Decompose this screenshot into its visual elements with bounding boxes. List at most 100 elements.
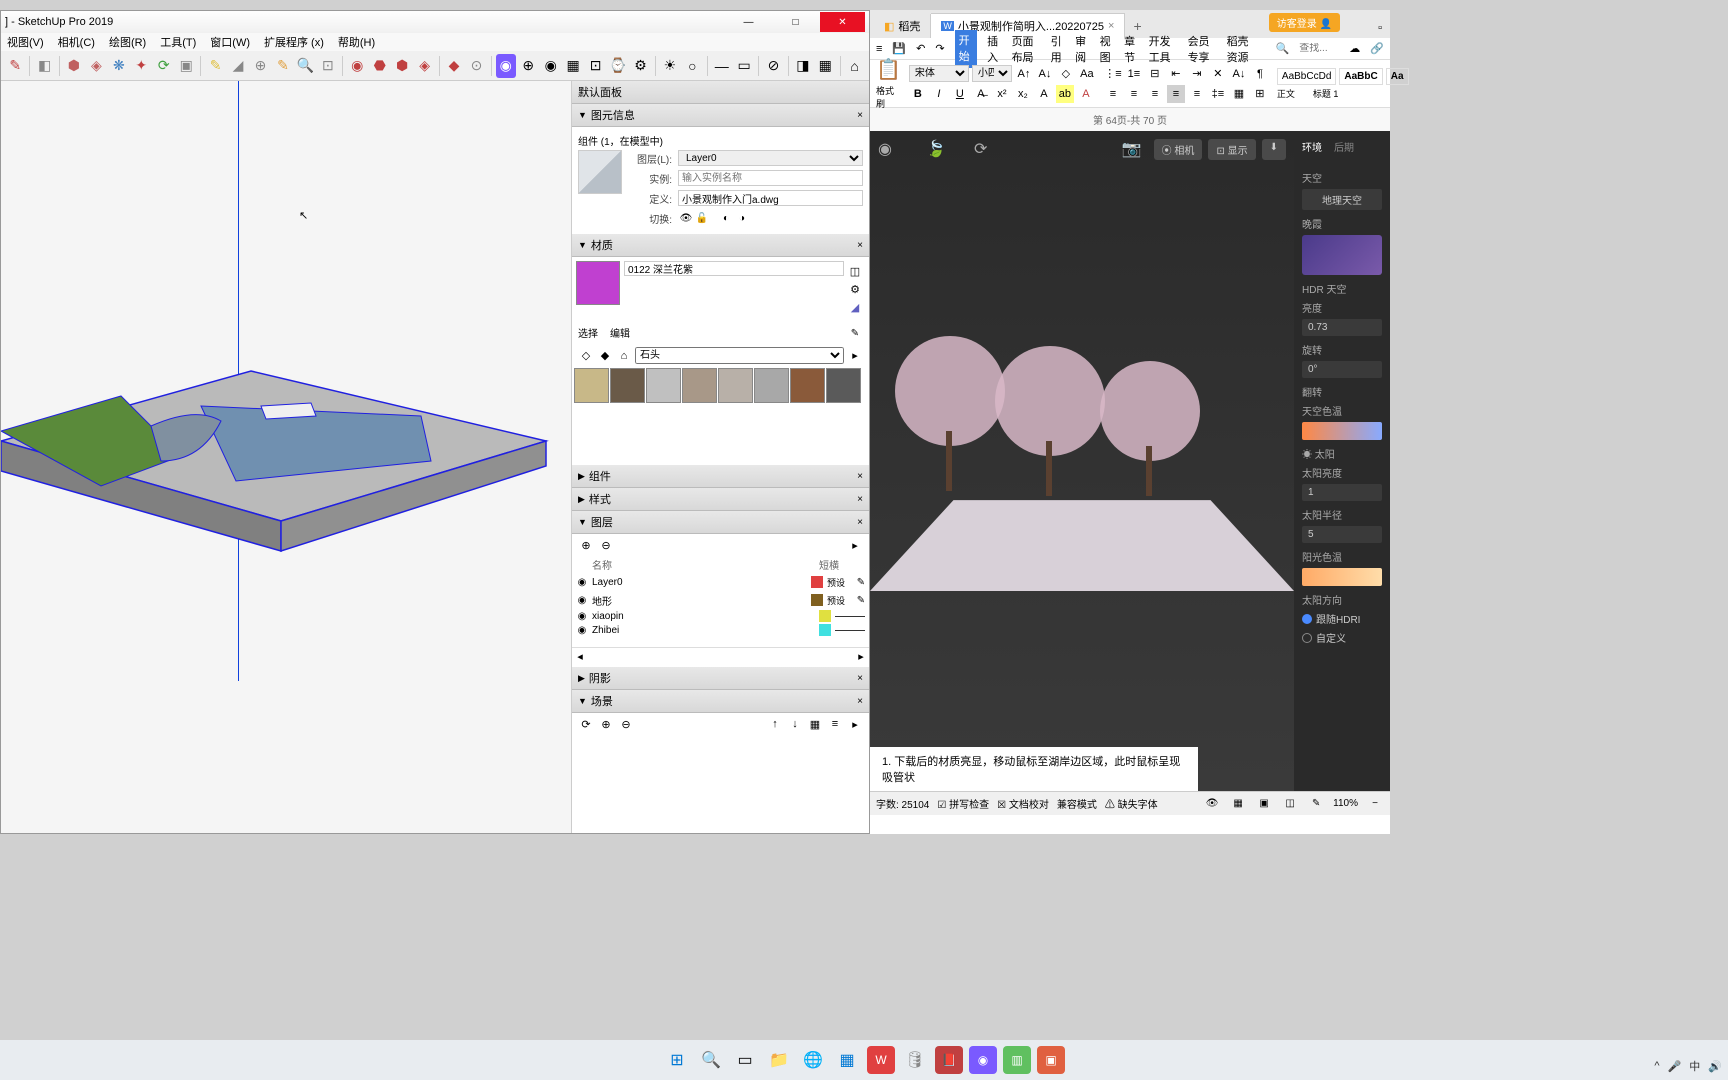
app-icon[interactable]: 🛢 bbox=[901, 1046, 929, 1074]
tool-icon[interactable]: ⊘ bbox=[763, 54, 783, 78]
refresh-icon[interactable]: ⟳ bbox=[974, 139, 994, 159]
number-list-icon[interactable]: 1≡ bbox=[1125, 65, 1143, 83]
shadows-cast-icon[interactable]: ◐ bbox=[718, 210, 734, 226]
style-heading2[interactable]: Aa bbox=[1386, 68, 1409, 85]
minimize-button[interactable]: — bbox=[726, 12, 771, 32]
outline-view-icon[interactable]: ◫ bbox=[1281, 795, 1299, 813]
material-tile[interactable] bbox=[682, 368, 717, 403]
tool-icon[interactable]: ◈ bbox=[414, 54, 434, 78]
layer-row[interactable]: ◉ 地形 预设 ✎ bbox=[572, 591, 869, 609]
align-right-icon[interactable]: ≡ bbox=[1146, 85, 1164, 103]
tab-settings-icon[interactable]: ✕ bbox=[1209, 65, 1227, 83]
menu-icon[interactable]: ▸ bbox=[847, 348, 863, 364]
increase-font-icon[interactable]: A↑ bbox=[1015, 65, 1033, 83]
add-scene-icon[interactable]: ⊕ bbox=[598, 716, 614, 732]
start-button[interactable]: ⊞ bbox=[663, 1046, 691, 1074]
material-name-input[interactable] bbox=[624, 261, 844, 276]
custom-radio[interactable]: 自定义 bbox=[1302, 630, 1382, 645]
layers-header[interactable]: ▼ 图层 × bbox=[572, 511, 869, 534]
back-icon[interactable]: ◇ bbox=[578, 348, 594, 364]
material-tile[interactable] bbox=[718, 368, 753, 403]
scene-view-icon[interactable]: ▦ bbox=[807, 716, 823, 732]
brightness-input[interactable]: 0.73 bbox=[1302, 319, 1382, 336]
eyedropper-icon[interactable]: ✎ bbox=[847, 325, 863, 341]
wps-tab-docer[interactable]: ◧ 稻壳 bbox=[874, 14, 931, 38]
spell-check-toggle[interactable]: ☑ 拼写检查 bbox=[937, 796, 989, 811]
scroll-right-icon[interactable]: ▸ bbox=[853, 648, 869, 664]
ribbon-tab-references[interactable]: 引用 bbox=[1051, 33, 1066, 65]
format-painter-label[interactable]: 格式刷 bbox=[876, 84, 901, 110]
rotate-input[interactable]: 0° bbox=[1302, 361, 1382, 378]
shadows-header[interactable]: ▶ 阴影 × bbox=[572, 667, 869, 690]
menu-view[interactable]: 视图(V) bbox=[7, 34, 44, 50]
camera-icon[interactable]: 📷 bbox=[1122, 139, 1142, 160]
display-button[interactable]: ⊡ 显示 bbox=[1208, 139, 1255, 160]
material-tile[interactable] bbox=[790, 368, 825, 403]
wps-menu-icon[interactable]: ≡ bbox=[876, 43, 882, 55]
clear-format-icon[interactable]: ◇ bbox=[1057, 65, 1075, 83]
panel-close-icon[interactable]: × bbox=[857, 494, 863, 505]
shading-icon[interactable]: ▦ bbox=[1230, 85, 1248, 103]
ribbon-tab-docer[interactable]: 稻壳资源 bbox=[1227, 33, 1256, 65]
font-size-select[interactable]: 小四 bbox=[972, 65, 1012, 82]
align-center-icon[interactable]: ≡ bbox=[1125, 85, 1143, 103]
tool-icon[interactable]: ◈ bbox=[86, 54, 106, 78]
panel-close-icon[interactable]: × bbox=[857, 110, 863, 121]
panel-close-icon[interactable]: × bbox=[857, 696, 863, 707]
tool-icon[interactable]: ⊙ bbox=[466, 54, 486, 78]
sun-radius-input[interactable]: 5 bbox=[1302, 526, 1382, 543]
app-icon[interactable]: ▥ bbox=[1003, 1046, 1031, 1074]
borders-icon[interactable]: ⊞ bbox=[1251, 85, 1269, 103]
scenes-header[interactable]: ▼ 场景 × bbox=[572, 690, 869, 713]
web-view-icon[interactable]: ▣ bbox=[1255, 795, 1273, 813]
ribbon-tab-home[interactable]: 开始 bbox=[955, 30, 978, 68]
lock-toggle-icon[interactable]: 🔓 bbox=[694, 210, 710, 226]
tool-icon[interactable]: — bbox=[711, 54, 731, 78]
tool-icon[interactable]: ▦ bbox=[563, 54, 583, 78]
tool-icon[interactable]: ◨ bbox=[793, 54, 813, 78]
line-spacing-icon[interactable]: ‡≡ bbox=[1209, 85, 1227, 103]
sketchup-viewport[interactable]: ↖ bbox=[1, 81, 571, 833]
materials-header[interactable]: ▼ 材质 × bbox=[572, 234, 869, 257]
layer-color-swatch[interactable] bbox=[819, 624, 831, 636]
menu-camera[interactable]: 相机(C) bbox=[58, 34, 95, 50]
sky-type-select[interactable]: 地理天空 bbox=[1302, 189, 1382, 210]
file-explorer-icon[interactable]: 📁 bbox=[765, 1046, 793, 1074]
italic-icon[interactable]: I bbox=[930, 85, 948, 103]
scene-down-icon[interactable]: ↓ bbox=[787, 716, 803, 732]
forward-icon[interactable]: ◆ bbox=[597, 348, 613, 364]
print-view-icon[interactable]: ▦ bbox=[1229, 795, 1247, 813]
layer-row[interactable]: ◉ Layer0 预设 ✎ bbox=[572, 573, 869, 591]
tray-chevron-icon[interactable]: ^ bbox=[1654, 1060, 1659, 1072]
visibility-toggle-icon[interactable]: 👁 bbox=[678, 210, 694, 226]
app-icon[interactable]: ▣ bbox=[1037, 1046, 1065, 1074]
layer-row[interactable]: ◉ xiaopin bbox=[572, 609, 869, 623]
scene-menu-icon[interactable]: ▸ bbox=[847, 716, 863, 732]
refresh-scene-icon[interactable]: ⟳ bbox=[578, 716, 594, 732]
components-header[interactable]: ▶ 组件 × bbox=[572, 465, 869, 488]
tool-icon[interactable]: ◉ bbox=[496, 54, 516, 78]
tool-icon[interactable]: ▭ bbox=[734, 54, 754, 78]
zoom-out-icon[interactable]: − bbox=[1366, 795, 1384, 813]
font-color-icon[interactable]: A bbox=[1077, 85, 1095, 103]
layer-row[interactable]: ◉ Zhibei bbox=[572, 623, 869, 637]
panel-close-icon[interactable]: × bbox=[857, 471, 863, 482]
material-swatch[interactable] bbox=[576, 261, 620, 305]
guest-login-button[interactable]: 访客登录 👤 bbox=[1269, 13, 1340, 32]
zoom-label[interactable]: 110% bbox=[1333, 798, 1358, 809]
material-tile[interactable] bbox=[646, 368, 681, 403]
camera-button[interactable]: ⦿ 相机 bbox=[1154, 139, 1203, 160]
layer-tool-icon[interactable]: ◧ bbox=[34, 54, 54, 78]
decrease-font-icon[interactable]: A↓ bbox=[1036, 65, 1054, 83]
leaf-icon[interactable]: 🍃 bbox=[926, 139, 946, 159]
layer-menu-icon[interactable]: ▸ bbox=[847, 537, 863, 553]
material-tile[interactable] bbox=[826, 368, 861, 403]
paste-icon[interactable]: 📋 bbox=[876, 57, 901, 82]
ribbon-tab-dev[interactable]: 开发工具 bbox=[1149, 33, 1178, 65]
tray-ime-icon[interactable]: 中 bbox=[1689, 1058, 1700, 1074]
wps-icon[interactable]: W bbox=[867, 1046, 895, 1074]
bold-icon[interactable]: B bbox=[909, 85, 927, 103]
tool-icon[interactable]: ⬢ bbox=[64, 54, 84, 78]
undo-icon[interactable]: ↶ bbox=[916, 42, 925, 55]
layer-visible-icon[interactable]: ◉ bbox=[572, 611, 592, 622]
